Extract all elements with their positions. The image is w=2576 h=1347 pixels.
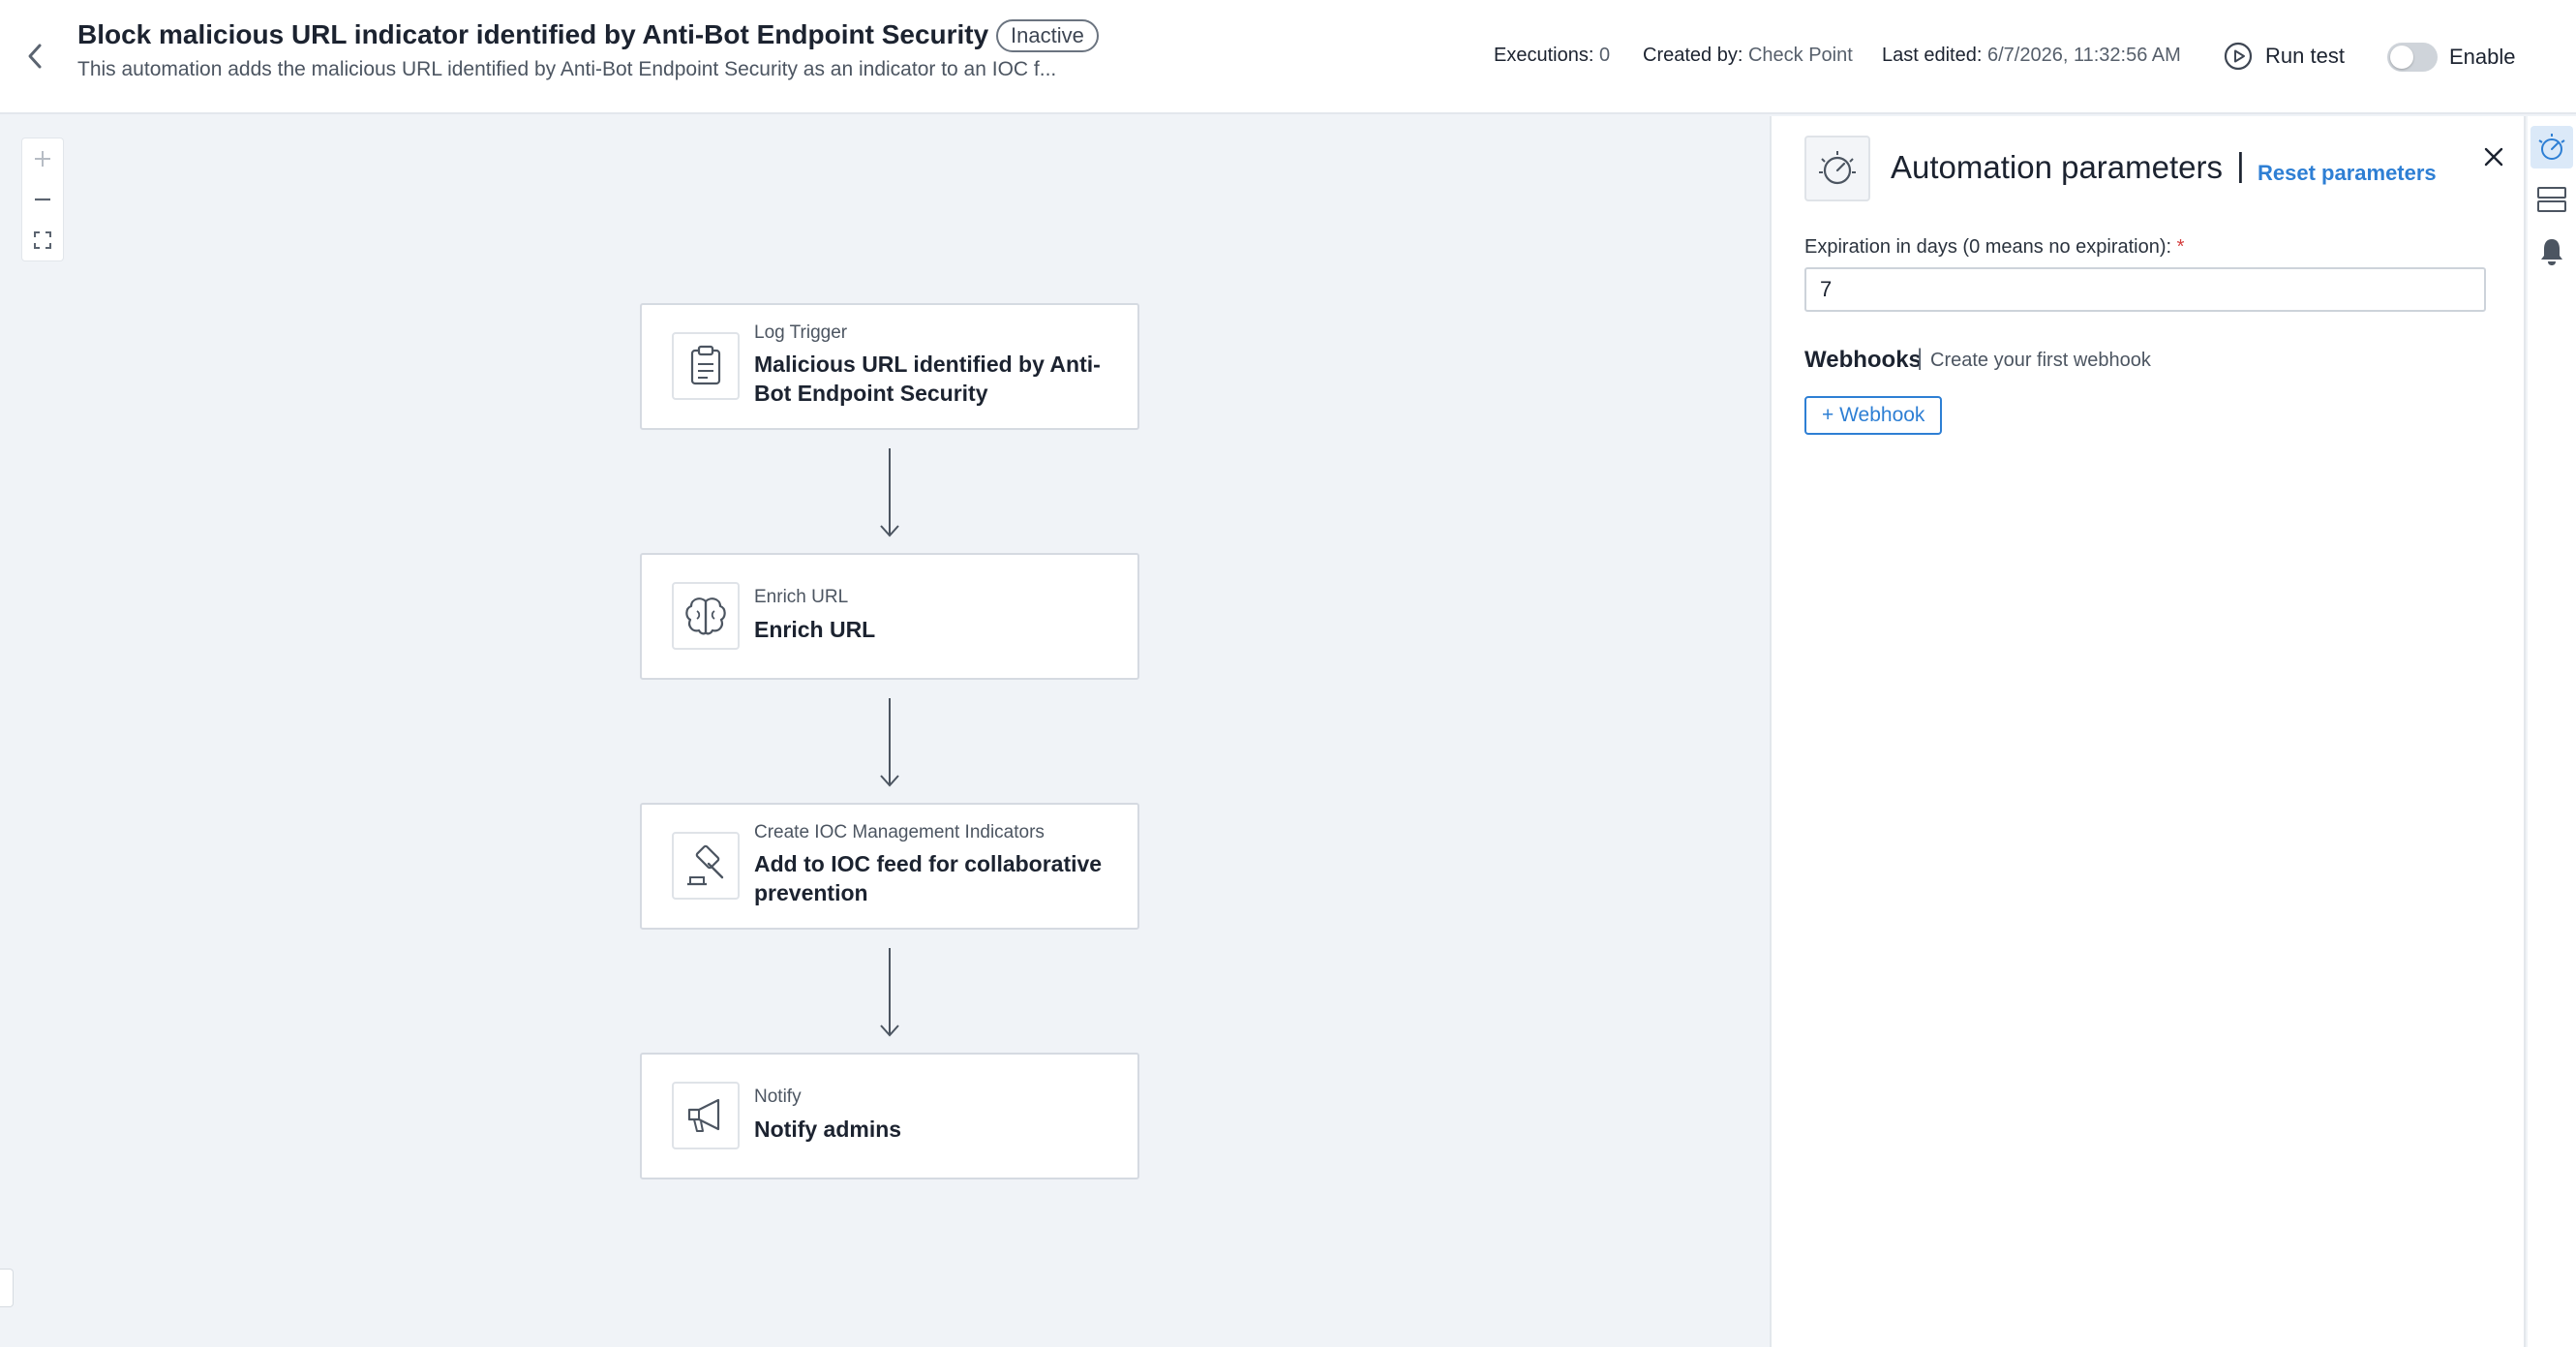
created-by-label: Created by:	[1643, 45, 1743, 66]
last-edited-meta: Last edited: 6/7/2026, 11:32:56 AM	[1882, 45, 2181, 67]
created-by-value: Check Point	[1747, 45, 1853, 66]
chevron-left-icon	[28, 44, 42, 69]
last-edited-value: 6/7/2026, 11:32:56 AM	[1986, 45, 2181, 66]
close-icon	[2484, 147, 2503, 167]
connector-arrow	[880, 698, 899, 787]
webhooks-title: Webhooks	[1804, 347, 1922, 373]
play-circle-icon	[2224, 42, 2253, 71]
workflow-node-notify[interactable]: Notify Notify admins	[640, 1053, 1139, 1179]
panel-title-separator: |	[2236, 147, 2245, 184]
workflow-node-create-ioc[interactable]: Create IOC Management Indicators Add to …	[640, 803, 1139, 930]
executions-value: 0	[1598, 45, 1611, 66]
required-mark: *	[2176, 236, 2185, 258]
back-button[interactable]	[17, 37, 52, 76]
node-icon-box	[672, 582, 740, 650]
automation-parameters-panel: Automation parameters | Reset parameters…	[1770, 116, 2526, 1347]
zoom-out-button[interactable]	[25, 182, 60, 217]
workflow-node-log-trigger[interactable]: Log Trigger Malicious URL identified by …	[640, 303, 1139, 430]
minus-icon	[35, 198, 50, 201]
node-name: Enrich URL	[754, 617, 876, 642]
expiration-label-text: Expiration in days (0 means no expiratio…	[1804, 236, 2172, 258]
connector-arrow	[880, 448, 899, 537]
run-test-button[interactable]: Run test	[2223, 39, 2345, 74]
node-type: Create IOC Management Indicators	[754, 822, 1045, 842]
page-title: Block malicious URL indicator identified…	[77, 19, 989, 49]
expiration-label: Expiration in days (0 means no expiratio…	[1804, 236, 2184, 259]
automation-dial-icon	[1819, 151, 1856, 185]
rail-automation-parameters-button[interactable]	[2531, 126, 2573, 168]
megaphone-icon	[687, 1098, 720, 1132]
plus-icon	[35, 151, 50, 167]
close-panel-button[interactable]	[2474, 138, 2513, 176]
created-by-meta: Created by: Check Point	[1643, 45, 1853, 67]
automation-dial-icon	[2538, 134, 2565, 160]
toggle-knob	[2390, 46, 2413, 69]
clipboard-icon	[690, 345, 721, 385]
node-name: Malicious URL identified by Anti-Bot End…	[754, 352, 1101, 406]
enable-toggle[interactable]	[2387, 43, 2438, 72]
zoom-in-button[interactable]	[25, 141, 60, 176]
node-type: Log Trigger	[754, 322, 848, 343]
enable-label: Enable	[2449, 45, 2516, 69]
header: Block malicious URL indicator identified…	[0, 0, 2576, 114]
node-icon-box	[672, 832, 740, 900]
expand-icon	[34, 231, 51, 249]
webhooks-separator: |	[1917, 345, 1924, 371]
left-panel-handle[interactable]	[0, 1269, 14, 1307]
last-edited-label: Last edited:	[1882, 45, 1983, 66]
executions-meta: Executions: 0	[1494, 45, 1610, 67]
gavel-icon	[687, 844, 724, 886]
page-description: This automation adds the malicious URL i…	[77, 58, 1057, 80]
workflow-node-enrich-url[interactable]: Enrich URL Enrich URL	[640, 553, 1139, 680]
right-rail	[2528, 116, 2576, 1347]
node-name: Notify admins	[754, 1117, 902, 1142]
node-icon-box	[672, 1082, 740, 1149]
node-icon-box	[672, 332, 740, 400]
reset-parameters-link[interactable]: Reset parameters	[2258, 161, 2437, 186]
connector-arrow	[880, 948, 899, 1037]
rail-layout-button[interactable]	[2531, 178, 2573, 221]
node-name: Add to IOC feed for collaborative preven…	[754, 851, 1103, 905]
expiration-days-input[interactable]	[1804, 267, 2486, 312]
executions-label: Executions:	[1494, 45, 1594, 66]
node-type: Enrich URL	[754, 587, 849, 607]
brain-icon	[685, 597, 726, 635]
fit-view-button[interactable]	[25, 223, 60, 258]
rail-notifications-button[interactable]	[2531, 230, 2573, 273]
status-badge: Inactive	[996, 19, 1099, 52]
panel-icon-box	[1804, 136, 1870, 201]
webhooks-subtitle: Create your first webhook	[1930, 350, 2151, 371]
zoom-controls	[21, 138, 64, 261]
workflow-canvas[interactable]: Log Trigger Malicious URL identified by …	[0, 116, 1770, 1347]
panel-title: Automation parameters	[1891, 149, 2224, 185]
add-webhook-button[interactable]: + Webhook	[1804, 396, 1943, 435]
layers-icon	[2537, 187, 2566, 212]
node-type: Notify	[754, 1087, 802, 1107]
run-test-label: Run test	[2265, 44, 2345, 68]
bell-icon	[2541, 239, 2562, 265]
